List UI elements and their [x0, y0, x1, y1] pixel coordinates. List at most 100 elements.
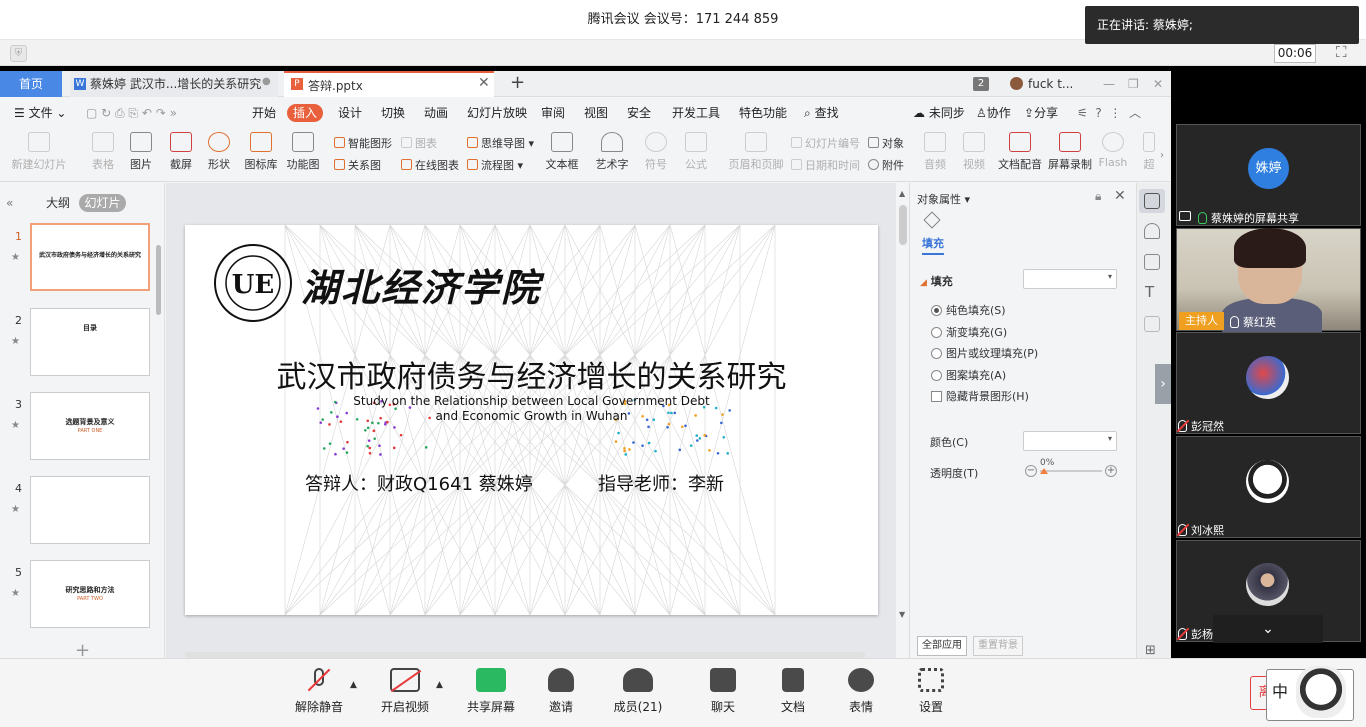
icon-library-button[interactable]: 图标库 [243, 132, 279, 172]
slide-presenter[interactable]: 答辩人：财政Q1641 蔡姝婷 [305, 470, 533, 496]
chat-button[interactable]: 聊天 [688, 668, 758, 715]
canvas-scroll-thumb[interactable] [899, 205, 907, 245]
collapse-pane-icon[interactable]: « [6, 196, 13, 210]
flowchart-button[interactable]: 流程图 ▾ [467, 157, 523, 173]
lock-icon[interactable]: 🔒︎ [1095, 189, 1101, 204]
color-dropdown[interactable]: ▾ [1023, 431, 1117, 451]
flash-button[interactable]: Flash [1098, 132, 1128, 169]
package-icon[interactable] [1144, 316, 1160, 332]
slide-thumbnail-1[interactable]: 武汉市政府债务与经济增长的关系研究 [30, 223, 150, 291]
menu-view[interactable]: 视图 [584, 97, 608, 127]
slide-thumbnail-4[interactable] [30, 476, 150, 544]
start-video-button[interactable]: 开启视频 [370, 668, 440, 715]
slide-title[interactable]: 武汉市政府债务与经济增长的关系研究 [185, 352, 878, 396]
menu-security[interactable]: 安全 [627, 97, 651, 127]
unmute-button[interactable]: 解除静音 [284, 668, 354, 715]
slide-subtitle-line-2[interactable]: and Economic Growth in Wuhan [185, 409, 878, 423]
video-options-caret-icon[interactable]: ▲ [436, 680, 443, 690]
more-ribbon-button[interactable]: 超 [1142, 132, 1156, 172]
art-text-button[interactable]: 艺术字 [591, 132, 633, 172]
tab-dot-icon[interactable]: ● [262, 76, 271, 87]
copy-icon[interactable] [1144, 254, 1160, 270]
share-doc-button[interactable]: ⇪分享 [1024, 97, 1058, 127]
transparency-slider-knob[interactable] [1040, 468, 1048, 474]
security-shield-icon[interactable]: ⛨ [10, 45, 27, 62]
menu-transition[interactable]: 切换 [381, 97, 405, 127]
audio-button[interactable]: 音频 [920, 132, 950, 172]
close-tab-icon[interactable]: ✕ [478, 75, 490, 91]
tab-fill[interactable]: 填充 [922, 235, 944, 255]
quick-access-icons[interactable]: ▢ ↻ ⎙ ⎘ ↶ ↷ » [86, 97, 177, 127]
screenshot-button[interactable]: 截屏 [164, 132, 198, 172]
apply-all-button[interactable]: 全部应用 [917, 636, 967, 656]
slide-thumbnail-5[interactable]: 研究思路和方法 PART TWO [30, 560, 150, 628]
user-avatar[interactable] [1010, 77, 1023, 90]
properties-title[interactable]: 对象属性 ▾ [917, 191, 970, 207]
object-button[interactable]: 对象 [868, 135, 904, 151]
thumbnail-scrollbar[interactable] [156, 245, 161, 315]
invite-button[interactable]: 邀请 [526, 668, 596, 715]
menu-search[interactable]: ⌕ 查找 [804, 97, 839, 127]
tab-outline[interactable]: 大纲 [46, 194, 70, 211]
minimize-icon[interactable]: — [1103, 71, 1115, 97]
fill-section-label[interactable]: ◢ 填充 [920, 273, 953, 289]
smart-shape-button[interactable]: 智能图形 [334, 135, 392, 151]
slide-thumbnail-3[interactable]: 选题背景及意义 PART ONE [30, 392, 150, 460]
tab-home[interactable]: 首页 [0, 71, 62, 97]
mind-map-button[interactable]: 思维导图 ▾ [467, 135, 534, 151]
radio-solid-fill[interactable]: 纯色填充(S) [931, 302, 1006, 318]
menu-start[interactable]: 开始 [252, 97, 276, 127]
menu-slideshow[interactable]: 幻灯片放映 [467, 97, 527, 127]
slide-thumbnail-2[interactable]: 目录 [30, 308, 150, 376]
menu-file[interactable]: ☰ 文件 ⌄ [14, 97, 66, 127]
ribbon-scroll-right-icon[interactable]: › [1160, 150, 1164, 161]
transparency-minus-button[interactable]: − [1025, 465, 1037, 477]
scroll-up-icon[interactable]: ▲ [899, 189, 905, 198]
menu-insert[interactable]: 插入 [287, 104, 323, 122]
radio-gradient-fill[interactable]: 渐变填充(G) [931, 324, 1007, 340]
docs-button[interactable]: 文档 [758, 668, 828, 715]
current-slide[interactable]: UE 湖北经济学院 武汉市政府债务与经济增长的关系研究 Study on the… [185, 225, 878, 615]
shape-button[interactable]: 形状 [202, 132, 236, 172]
voiceover-button[interactable]: 文档配音 [998, 132, 1042, 172]
header-footer-button[interactable]: 页眉和页脚 [728, 132, 784, 172]
members-button[interactable]: 成员(21) [603, 668, 673, 715]
formula-button[interactable]: 公式 [681, 132, 711, 172]
expand-panel-button[interactable]: › [1155, 364, 1171, 404]
audio-options-caret-icon[interactable]: ▲ [350, 680, 357, 690]
tab-word-document[interactable]: 蔡姝婷 武汉市...增长的关系研究 [70, 71, 278, 97]
slide-subtitle-line-1[interactable]: Study on the Relationship between Local … [185, 394, 878, 408]
fill-dropdown[interactable]: ▾ [1023, 269, 1117, 289]
sliders-icon[interactable] [1144, 193, 1160, 209]
fullscreen-icon[interactable]: ⛶ [1336, 44, 1352, 60]
share-screen-button[interactable]: 共享屏幕 [456, 668, 526, 715]
menu-review[interactable]: 审阅 [541, 97, 565, 127]
settings-button[interactable]: 设置 [896, 668, 966, 715]
hide-bg-checkbox[interactable]: 隐藏背景图形(H) [931, 388, 1029, 404]
new-slide-button[interactable]: 新建幻灯片 [8, 132, 70, 172]
reactions-button[interactable]: 表情 [826, 668, 896, 715]
radio-pattern-fill[interactable]: 图案填充(A) [931, 367, 1006, 383]
close-window-icon[interactable]: ✕ [1153, 71, 1163, 97]
canvas-vertical-scrollbar[interactable] [896, 183, 909, 658]
tab-slides[interactable]: 幻灯片 [79, 194, 126, 212]
add-tab-icon[interactable]: + [510, 72, 525, 93]
screen-record-button[interactable]: 屏幕录制 [1048, 132, 1092, 172]
collab-button[interactable]: ♙协作 [976, 97, 1011, 127]
chart-button[interactable]: 图表 [401, 135, 437, 151]
attachment-button[interactable]: 附件 [868, 157, 904, 173]
menu-dev-tools[interactable]: 开发工具 [672, 97, 720, 127]
menu-extra-icons[interactable]: ⚟ ? ⋮ ︿ [1077, 97, 1141, 127]
sync-status[interactable]: ☁ 未同步 [913, 97, 965, 127]
online-chart-button[interactable]: 在线图表 [401, 157, 459, 173]
window-count-badge[interactable]: 2 [973, 77, 989, 91]
datetime-button[interactable]: 日期和时间 [791, 157, 860, 173]
reset-background-button[interactable]: 重置背景 [973, 636, 1023, 656]
symbol-button[interactable]: 符号 [641, 132, 671, 172]
close-pane-icon[interactable]: ✕ [1114, 188, 1126, 204]
slide-advisor[interactable]: 指导老师：李新 [598, 470, 724, 496]
user-name[interactable]: fuck t... [1028, 71, 1073, 97]
menu-design[interactable]: 设计 [338, 97, 362, 127]
video-button[interactable]: 视频 [959, 132, 989, 172]
transparency-plus-button[interactable]: + [1105, 465, 1117, 477]
